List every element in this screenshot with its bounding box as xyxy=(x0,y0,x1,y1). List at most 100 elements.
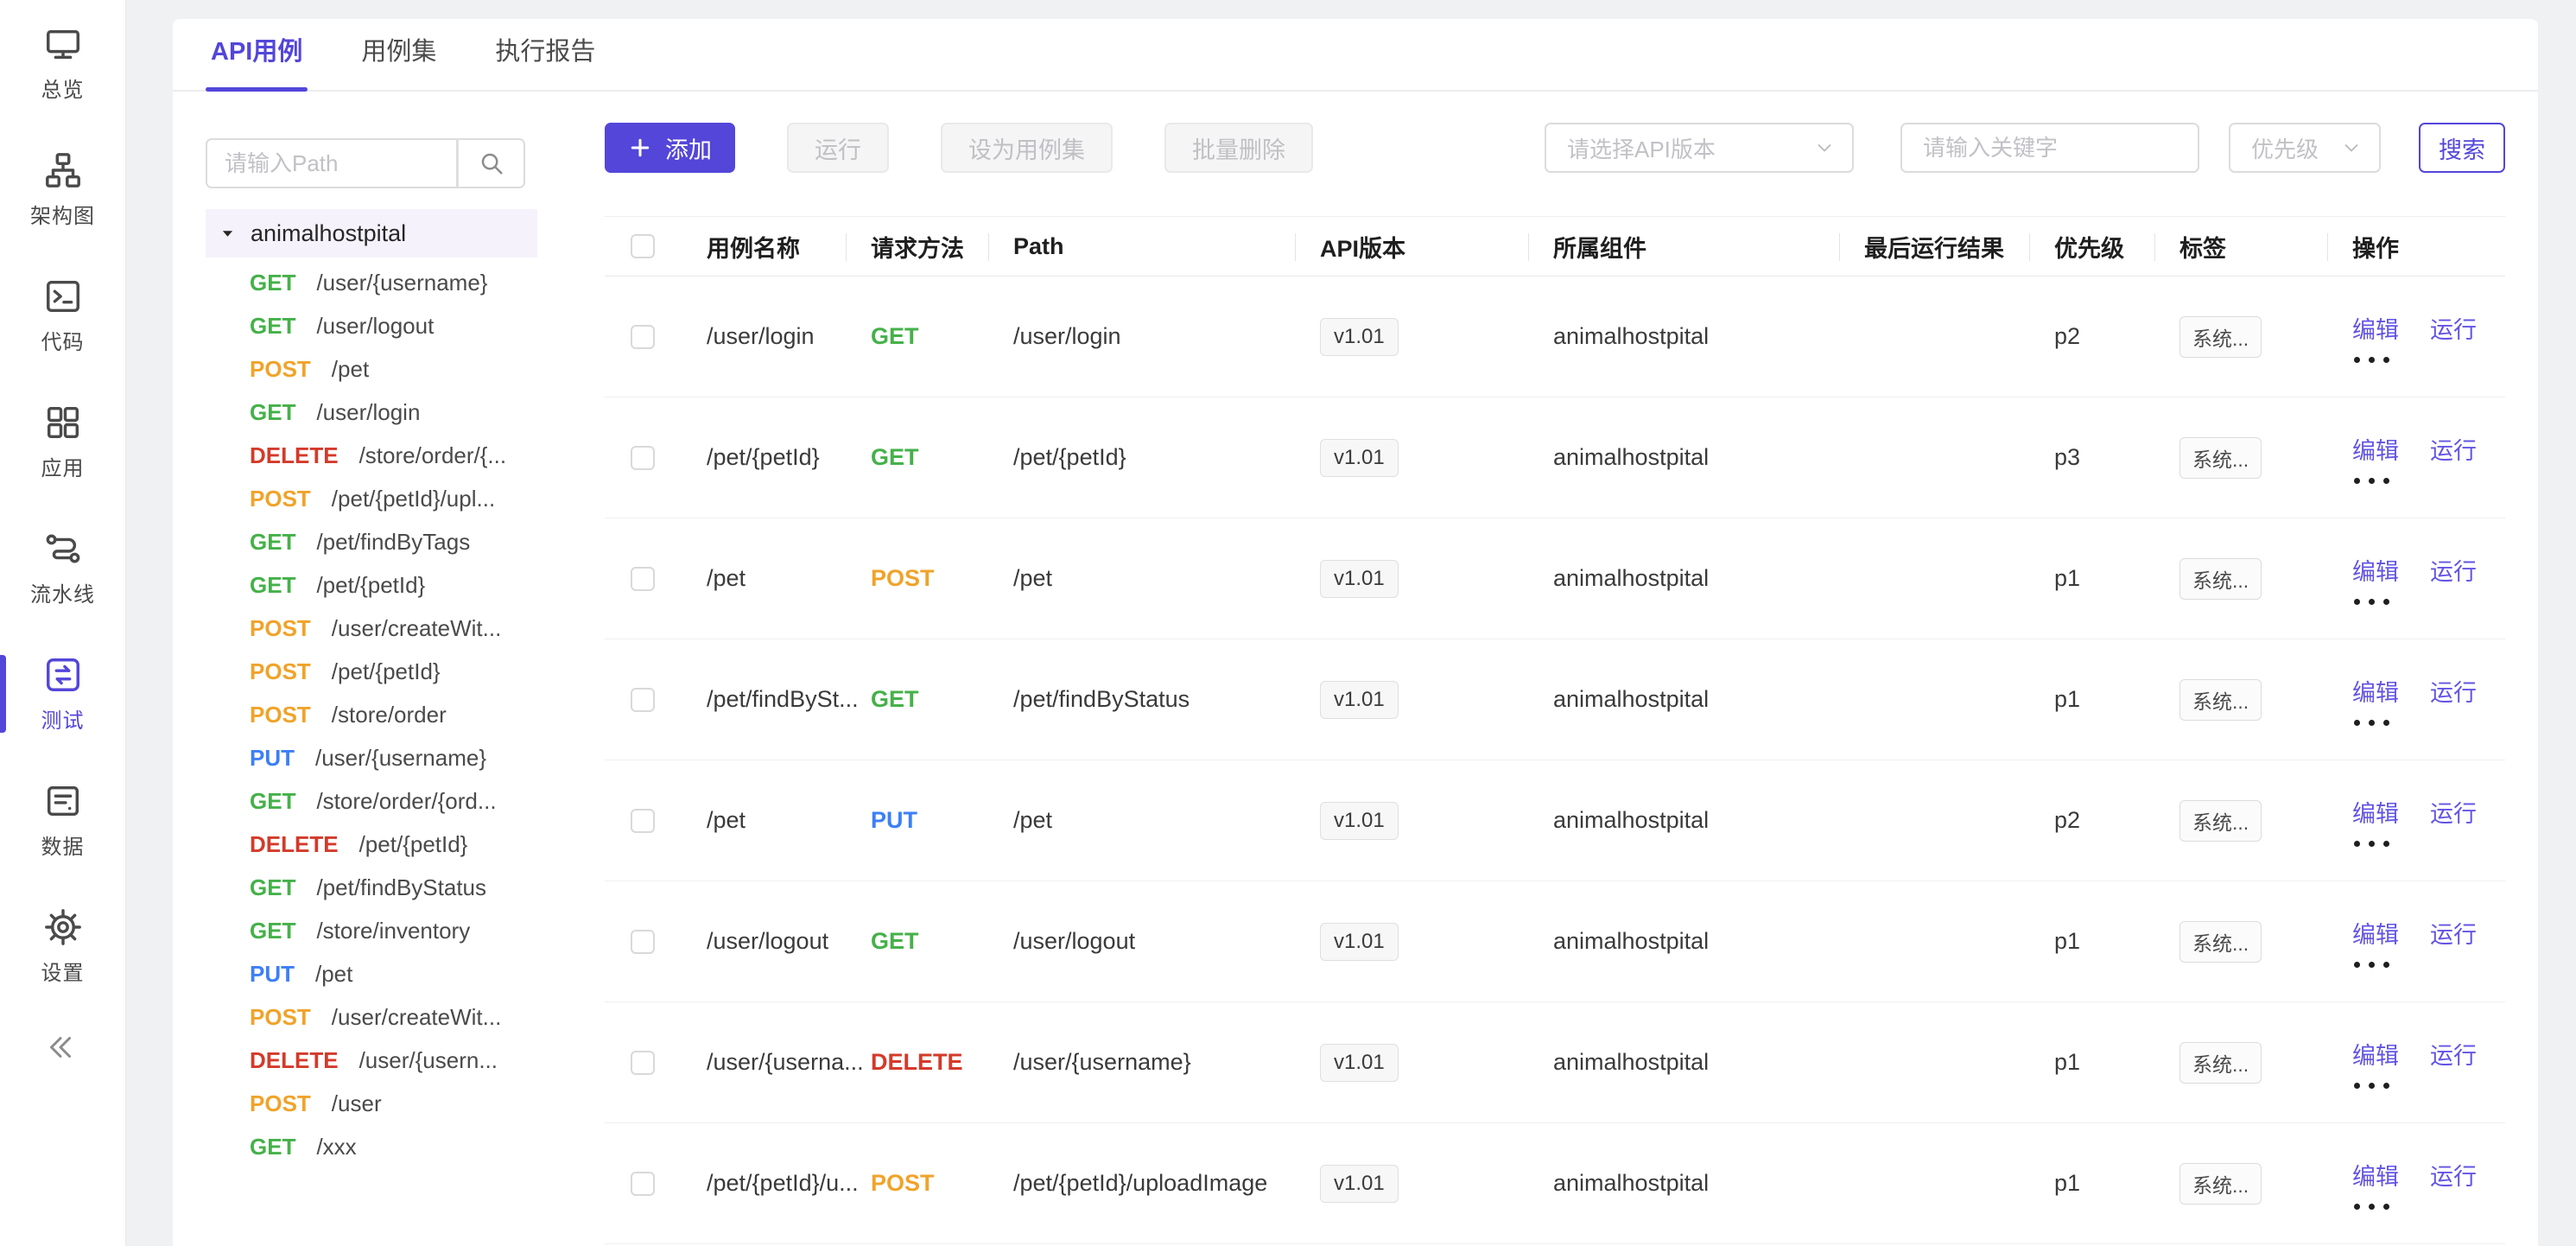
edit-link[interactable]: 编辑 xyxy=(2352,311,2399,345)
edit-link[interactable]: 编辑 xyxy=(2352,553,2399,587)
tree-item[interactable]: GET /store/inventory xyxy=(206,909,577,952)
tree-item[interactable]: GET /pet/findByTags xyxy=(206,520,577,563)
ellipsis-icon[interactable] xyxy=(2352,357,2389,363)
row-checkbox[interactable] xyxy=(631,325,655,349)
sidebar-item-code[interactable]: 代码 xyxy=(0,252,125,378)
tree-item[interactable]: GET /pet/{petId} xyxy=(206,563,577,607)
table-row: /pet/findBySt... GET /pet/findByStatus v… xyxy=(605,639,2505,760)
row-checkbox[interactable] xyxy=(631,809,655,833)
run-link[interactable]: 运行 xyxy=(2430,674,2477,708)
path-cell: /pet xyxy=(989,760,1296,880)
tree-item[interactable]: POST /user/createWit... xyxy=(206,995,577,1039)
edit-link[interactable]: 编辑 xyxy=(2352,1158,2399,1192)
actions-cell: 编辑 运行 xyxy=(2328,277,2505,397)
row-checkbox[interactable] xyxy=(631,567,655,591)
ellipsis-icon[interactable] xyxy=(2352,962,2389,968)
chevron-down-icon xyxy=(1814,137,1835,158)
tree-node-component[interactable]: animalhostpital xyxy=(206,209,537,257)
run-link[interactable]: 运行 xyxy=(2430,1037,2477,1071)
path-cell: /pet/{petId}/uploadImage xyxy=(989,1123,1296,1243)
tab-run-reports[interactable]: 执行报告 xyxy=(490,31,600,90)
ellipsis-icon[interactable] xyxy=(2352,478,2389,484)
api-version-select[interactable]: 请选择API版本 xyxy=(1545,123,1854,173)
endpoint-path-label: /pet/{petId} xyxy=(316,572,425,599)
add-button[interactable]: 添加 xyxy=(605,123,735,173)
tree-item[interactable]: GET /user/logout xyxy=(206,304,577,347)
run-link[interactable]: 运行 xyxy=(2430,311,2477,345)
sidebar-item-test[interactable]: 测试 xyxy=(0,631,125,757)
row-checkbox[interactable] xyxy=(631,930,655,954)
run-link[interactable]: 运行 xyxy=(2430,1158,2477,1192)
col-component: 所属组件 xyxy=(1529,217,1840,276)
tree-item[interactable]: PUT /pet xyxy=(206,952,577,995)
sidebar-item-apps[interactable]: 应用 xyxy=(0,378,125,505)
col-priority: 优先级 xyxy=(2030,217,2155,276)
ellipsis-icon[interactable] xyxy=(2352,720,2389,726)
priority-cell: p3 xyxy=(2030,397,2155,518)
sidebar-item-settings[interactable]: 设置 xyxy=(0,883,125,1009)
edit-link[interactable]: 编辑 xyxy=(2352,432,2399,466)
run-link[interactable]: 运行 xyxy=(2430,916,2477,950)
path-search-input[interactable] xyxy=(206,138,458,188)
run-link[interactable]: 运行 xyxy=(2430,795,2477,829)
ellipsis-icon[interactable] xyxy=(2352,1083,2389,1089)
tree-item[interactable]: GET /pet/findByStatus xyxy=(206,866,577,909)
sidebar-item-label: 总览 xyxy=(41,73,85,103)
tree-item[interactable]: PUT /user/{username} xyxy=(206,736,577,779)
tree-item[interactable]: DELETE /user/{usern... xyxy=(206,1039,577,1082)
tree-item[interactable]: POST /user xyxy=(206,1082,577,1125)
set-suite-button[interactable]: 设为用例集 xyxy=(941,123,1113,173)
tree-item[interactable]: GET /store/order/{ord... xyxy=(206,779,577,823)
actions-cell: 编辑 运行 xyxy=(2328,518,2505,639)
tree-item[interactable]: POST /store/order xyxy=(206,693,577,736)
tag-cell: 系统... xyxy=(2155,639,2328,760)
tree-item[interactable]: POST /pet xyxy=(206,347,577,391)
tree-item[interactable]: POST /pet/{petId}/upl... xyxy=(206,477,577,520)
ellipsis-icon[interactable] xyxy=(2352,1204,2389,1210)
run-link[interactable]: 运行 xyxy=(2430,553,2477,587)
edit-link[interactable]: 编辑 xyxy=(2352,916,2399,950)
action-links: 编辑 运行 xyxy=(2352,1037,2477,1071)
search-button[interactable]: 搜索 xyxy=(2419,123,2505,173)
http-method-label: DELETE xyxy=(250,1047,339,1074)
sidebar-item-overview[interactable]: 总览 xyxy=(0,0,125,126)
tab-api-cases[interactable]: API用例 xyxy=(206,31,308,90)
data-icon xyxy=(43,781,83,821)
select-all-checkbox[interactable] xyxy=(631,234,655,258)
sidebar-collapse-button[interactable] xyxy=(0,1021,126,1073)
tree-items: GET /user/{username} GET /user/logout PO… xyxy=(206,261,577,1168)
run-link[interactable]: 运行 xyxy=(2430,432,2477,466)
sidebar-item-architecture[interactable]: 架构图 xyxy=(0,126,125,252)
tree-item[interactable]: GET /user/{username} xyxy=(206,261,577,304)
tab-case-suites[interactable]: 用例集 xyxy=(356,31,441,90)
component-cell: animalhostpital xyxy=(1529,518,1840,639)
path-search-button[interactable] xyxy=(458,138,525,188)
sidebar-item-pipeline[interactable]: 流水线 xyxy=(0,505,125,631)
edit-link[interactable]: 编辑 xyxy=(2352,795,2399,829)
keyword-input[interactable] xyxy=(1900,123,2199,173)
tree-item[interactable]: DELETE /pet/{petId} xyxy=(206,823,577,866)
tag-badge: 系统... xyxy=(2179,437,2262,479)
http-method-label: GET xyxy=(250,399,295,426)
endpoint-path-label: /user/createWit... xyxy=(332,615,502,642)
edit-link[interactable]: 编辑 xyxy=(2352,1037,2399,1071)
tree-item[interactable]: DELETE /store/order/{... xyxy=(206,434,577,477)
ellipsis-icon[interactable] xyxy=(2352,599,2389,605)
row-checkbox[interactable] xyxy=(631,446,655,470)
edit-link[interactable]: 编辑 xyxy=(2352,674,2399,708)
col-case-name: 用例名称 xyxy=(682,217,847,276)
batch-delete-button[interactable]: 批量删除 xyxy=(1164,123,1313,173)
tree-item[interactable]: GET /user/login xyxy=(206,391,577,434)
row-checkbox[interactable] xyxy=(631,1051,655,1075)
row-checkbox[interactable] xyxy=(631,1172,655,1196)
case-name-cell: /user/logout xyxy=(682,881,847,1001)
tree-item[interactable]: GET /xxx xyxy=(206,1125,577,1168)
sidebar-item-data[interactable]: 数据 xyxy=(0,757,125,883)
priority-cell: p1 xyxy=(2030,881,2155,1001)
run-button[interactable]: 运行 xyxy=(787,123,889,173)
row-checkbox[interactable] xyxy=(631,688,655,712)
priority-select[interactable]: 优先级 xyxy=(2229,123,2381,173)
tree-item[interactable]: POST /pet/{petId} xyxy=(206,650,577,693)
tree-item[interactable]: POST /user/createWit... xyxy=(206,607,577,650)
ellipsis-icon[interactable] xyxy=(2352,841,2389,847)
